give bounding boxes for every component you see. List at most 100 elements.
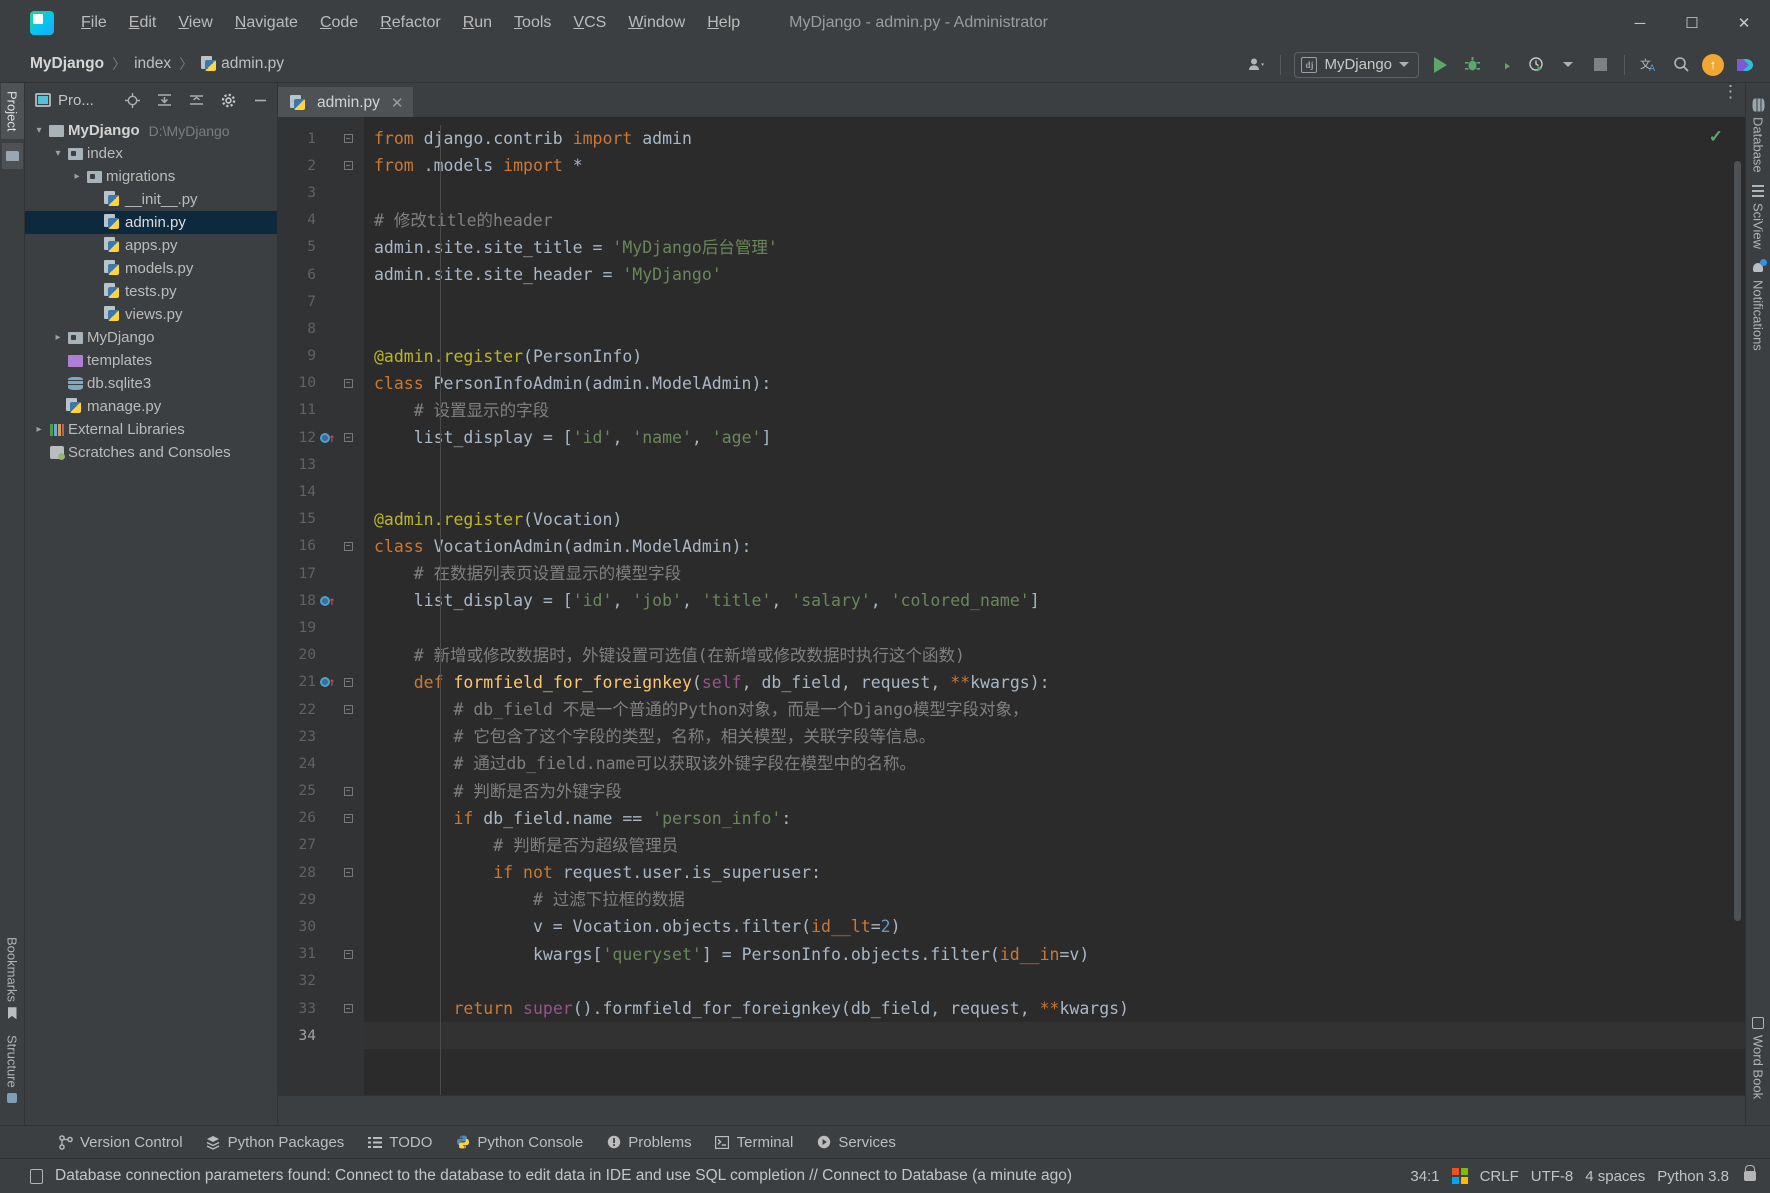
fold-toggle-icon[interactable]: − — [341, 433, 355, 443]
tool-window-python-console[interactable]: Python Console — [455, 1134, 583, 1151]
close-icon[interactable]: ✕ — [391, 94, 404, 112]
gutter-line[interactable]: 30 — [278, 913, 364, 940]
python-interpreter[interactable]: Python 3.8 — [1657, 1168, 1729, 1185]
breakpoint-icon[interactable]: ↑ — [319, 431, 337, 445]
code-line[interactable]: if not request.user.is_superuser: — [364, 859, 1745, 886]
debug-button[interactable] — [1457, 51, 1487, 79]
menu-item-window[interactable]: Window — [617, 10, 696, 36]
code-line[interactable]: kwargs['queryset'] = PersonInfo.objects.… — [364, 941, 1745, 968]
tool-window-services[interactable]: Services — [816, 1134, 896, 1151]
run-configuration-selector[interactable]: dj MyDjango — [1294, 51, 1419, 78]
code-line[interactable]: def formfield_for_foreignkey(self, db_fi… — [364, 669, 1745, 696]
gutter-line[interactable]: 23 — [278, 723, 364, 750]
fold-toggle-icon[interactable]: − — [341, 378, 355, 388]
code-line[interactable]: admin.site.site_title = 'MyDjango后台管理' — [364, 234, 1745, 261]
code-line[interactable]: from django.contrib import admin — [364, 125, 1745, 152]
gutter-line[interactable]: 3 — [278, 179, 364, 206]
sidebar-item-word-book[interactable]: Word Book — [1747, 1011, 1770, 1105]
gutter-line[interactable]: 32 — [278, 968, 364, 995]
gutter-line[interactable]: 26 − — [278, 805, 364, 832]
code-line[interactable]: # 判断是否为外键字段 — [364, 778, 1745, 805]
chevron-right-icon[interactable]: ▸ — [69, 171, 85, 182]
tree-item-models-py[interactable]: models.py — [25, 257, 277, 280]
indent-setting[interactable]: 4 spaces — [1585, 1168, 1645, 1185]
windows-logo-icon[interactable] — [1451, 1168, 1468, 1184]
sidebar-item-project[interactable]: Project — [0, 83, 24, 140]
code-line[interactable]: # 在数据列表页设置显示的模型字段 — [364, 560, 1745, 587]
status-message[interactable]: Database connection parameters found: Co… — [55, 1167, 1072, 1185]
code-line[interactable]: list_display = ['id', 'job', 'title', 's… — [364, 587, 1745, 614]
tool-window-python-packages[interactable]: Python Packages — [206, 1134, 344, 1151]
code-line[interactable]: @admin.register(PersonInfo) — [364, 343, 1745, 370]
run-with-coverage-button[interactable] — [1489, 51, 1519, 79]
gutter-line[interactable]: 1− — [278, 125, 364, 152]
tree-item-apps-py[interactable]: apps.py — [25, 234, 277, 257]
sidebar-item-database[interactable]: Database — [1747, 93, 1770, 179]
minimize-button[interactable]: ─ — [1614, 0, 1666, 46]
breadcrumb-file[interactable]: admin.py — [201, 55, 284, 73]
tool-window-version-control[interactable]: Version Control — [58, 1134, 183, 1151]
gutter-line[interactable]: 27 — [278, 832, 364, 859]
editor-gutter[interactable]: 1−2−3 4 5 6 7 8 9 10−11 12 ↑ −13 14 15 16−17 18 ↑ 19 20 21… — [278, 117, 364, 1095]
profile-dropdown-icon[interactable] — [1553, 51, 1583, 79]
fold-toggle-icon[interactable]: − — [341, 1004, 355, 1014]
menu-item-code[interactable]: Code — [309, 10, 369, 36]
gutter-line[interactable]: 15 — [278, 506, 364, 533]
menu-item-navigate[interactable]: Navigate — [224, 10, 309, 36]
gutter-line[interactable]: 22 − — [278, 696, 364, 723]
gutter-line[interactable]: 2− — [278, 152, 364, 179]
chevron-right-icon[interactable]: ▸ — [31, 424, 47, 435]
code-line[interactable]: list_display = ['id', 'name', 'age'] — [364, 424, 1745, 451]
gutter-line[interactable]: 10 − — [278, 370, 364, 397]
translate-icon[interactable]: 文A — [1634, 51, 1664, 79]
fold-toggle-icon[interactable]: − — [341, 161, 355, 171]
maximize-button[interactable]: ☐ — [1666, 0, 1718, 46]
update-icon[interactable]: ↑ — [1698, 51, 1728, 79]
gutter-line[interactable]: 5 — [278, 234, 364, 261]
gutter-line[interactable]: 7 — [278, 288, 364, 315]
gutter-line[interactable]: 13 — [278, 451, 364, 478]
gutter-line[interactable]: 34 — [278, 1022, 364, 1049]
sidebar-item-bookmarks[interactable]: Bookmarks — [1, 929, 24, 1027]
gutter-line[interactable]: 4 — [278, 207, 364, 234]
unlocked-icon[interactable] — [1744, 1165, 1756, 1181]
breadcrumb-folder[interactable]: index — [134, 55, 171, 73]
gutter-line[interactable]: 11 — [278, 397, 364, 424]
file-encoding[interactable]: UTF-8 — [1531, 1168, 1574, 1185]
stop-button[interactable] — [1585, 51, 1615, 79]
gutter-line[interactable]: 14 — [278, 478, 364, 505]
gutter-line[interactable]: 24 — [278, 750, 364, 777]
line-separator[interactable]: CRLF — [1480, 1168, 1519, 1185]
sidebar-item-notifications[interactable]: Notifications — [1747, 255, 1770, 357]
gutter-line[interactable]: 33 − — [278, 995, 364, 1022]
tree-item-views-py[interactable]: views.py — [25, 303, 277, 326]
code-line[interactable]: v = Vocation.objects.filter(id__lt=2) — [364, 913, 1745, 940]
tree-item-admin-py[interactable]: admin.py — [25, 211, 277, 234]
code-line[interactable]: from .models import * — [364, 152, 1745, 179]
inspection-status-icon[interactable]: ✓ — [1709, 127, 1723, 147]
vertical-scrollbar[interactable] — [1734, 161, 1741, 921]
tree-item--init-py[interactable]: __init__.py — [25, 188, 277, 211]
menu-item-view[interactable]: View — [167, 10, 223, 36]
tab-admin-py[interactable]: admin.py ✕ — [278, 87, 414, 117]
settings-gear-icon[interactable] — [217, 89, 239, 111]
user-account-icon[interactable] — [1241, 51, 1271, 79]
gutter-line[interactable]: 28 − — [278, 859, 364, 886]
code-line[interactable]: class VocationAdmin(admin.ModelAdmin): — [364, 533, 1745, 560]
tree-item-external-libraries[interactable]: ▸ External Libraries — [25, 418, 277, 441]
fold-toggle-icon[interactable]: − — [341, 949, 355, 959]
tree-item-manage-py[interactable]: manage.py — [25, 395, 277, 418]
more-options-icon[interactable]: ⋮ — [1722, 83, 1739, 100]
code-line[interactable]: @admin.register(Vocation) — [364, 506, 1745, 533]
menu-item-edit[interactable]: Edit — [118, 10, 168, 36]
code-line[interactable]: # 修改title的header — [364, 207, 1745, 234]
tree-item-scratches-and-consoles[interactable]: Scratches and Consoles — [25, 441, 277, 464]
code-line[interactable] — [364, 179, 1745, 206]
tree-item-mydjango[interactable]: ▾ MyDjango D:\MyDjango — [25, 119, 277, 142]
tool-window-problems[interactable]: Problems — [606, 1134, 692, 1151]
gutter-line[interactable]: 17 — [278, 560, 364, 587]
fold-toggle-icon[interactable]: − — [341, 541, 355, 551]
code-line[interactable]: # 过滤下拉框的数据 — [364, 886, 1745, 913]
code-line[interactable]: # 新增或修改数据时，外键设置可选值(在新增或修改数据时执行这个函数) — [364, 642, 1745, 669]
code-line[interactable]: if db_field.name == 'person_info': — [364, 805, 1745, 832]
